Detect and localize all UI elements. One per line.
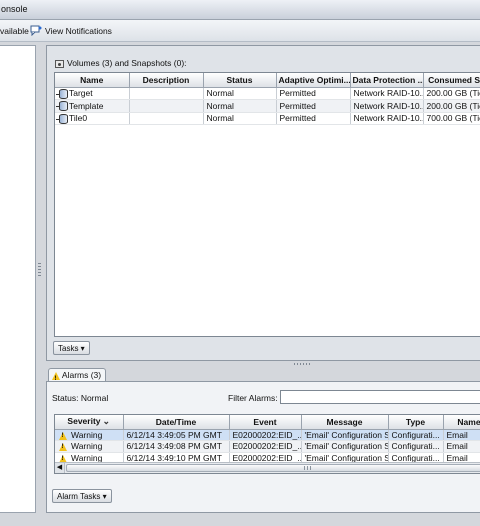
navigation-tree-panel[interactable] [0,45,36,513]
volumes-table: Name Description Status Adaptive Optimi.… [54,72,480,337]
alarm-row[interactable]: Warning 6/12/14 3:49:05 PM GMT E02000202… [55,429,480,441]
volume-name: Template [69,100,104,111]
warning-icon [59,431,67,440]
volume-row[interactable]: Target Normal Permitted Network RAID-10.… [55,87,480,100]
alarm-type: Configurati... [388,440,444,453]
tab-alarms-label: Alarms (3) [61,370,102,380]
alarm-name: Email [443,429,480,441]
alarm-status: Status: Normal [52,393,109,403]
volumes-pane: Volumes (3) and Snapshots (0): Name Desc… [46,45,480,361]
volume-adaptive-optimization: Permitted [276,87,351,100]
alarms-pane: Status: Normal Filter Alarms: Severity ⌄ … [46,381,480,513]
horizontal-splitter[interactable] [46,361,480,368]
column-header-message[interactable]: Message [301,415,389,430]
alarms-horizontal-scrollbar[interactable]: ◀ [55,462,480,473]
alarm-row[interactable]: Warning 6/12/14 3:49:08 PM GMT E02000202… [55,440,480,453]
tasks-menu-button[interactable]: Tasks ▾ [53,341,90,355]
alarm-datetime: 6/12/14 3:49:08 PM GMT [123,440,230,453]
volume-description [129,99,204,113]
volume-consumed-space: 700.00 GB (Tier [423,112,480,125]
scroll-left-icon[interactable]: ◀ [55,463,65,473]
sort-descending-icon: ⌄ [102,416,111,427]
notifications-icon[interactable] [30,25,42,37]
column-header-data-protection[interactable]: Data Protection ... [350,73,424,88]
volume-status: Normal [203,87,277,100]
window-title: onsole [1,4,28,14]
alarm-severity: Warning [71,429,103,440]
alarm-message: 'Email' Configuration S... [301,429,389,441]
volume-status: Normal [203,112,277,125]
volume-data-protection: Network RAID-10... [350,99,424,113]
main-content: Volumes (3) and Snapshots (0): Name Desc… [46,45,480,513]
window-titlebar: onsole [0,0,480,20]
status-bar [0,513,480,526]
volume-description [129,112,204,125]
alarm-message: 'Email' Configuration S... [301,440,389,453]
volume-name: Target [69,88,93,99]
warning-icon [59,443,67,451]
column-header-name[interactable]: Name [55,73,130,88]
alarm-event: E02000202:EID_... [229,440,302,453]
warning-icon [52,371,60,385]
volume-row[interactable]: Template Normal Permitted Network RAID-1… [55,99,480,113]
available-updates-link[interactable]: vailable [0,26,29,36]
alarms-table: Severity ⌄ Date/Time Event Message Type N… [54,414,480,474]
alarm-name: Email [443,440,480,453]
toolbar: vailable View Notifications [0,20,480,42]
volume-data-protection: Network RAID-10... [350,112,424,125]
volume-icon [56,113,68,124]
column-header-datetime[interactable]: Date/Time [123,415,230,430]
volume-icon [56,101,68,111]
volume-data-protection: Network RAID-10... [350,87,424,100]
volume-consumed-space: 200.00 GB (Tier [423,99,480,113]
column-header-status[interactable]: Status [203,73,277,88]
tab-alarms[interactable]: Alarms (3) [48,368,107,385]
volume-icon [56,88,68,99]
column-header-consumed-space[interactable]: Consumed Spa [423,73,480,88]
alarm-event: E02000202:EID_... [229,429,302,441]
volume-name: Tile0 [69,113,88,124]
view-notifications-button[interactable]: View Notifications [45,26,112,36]
volume-adaptive-optimization: Permitted [276,99,351,113]
volume-consumed-space: 200.00 GB (Tier [423,87,480,100]
volume-adaptive-optimization: Permitted [276,112,351,125]
volume-row[interactable]: Tile0 Normal Permitted Network RAID-10..… [55,112,480,125]
column-header-event[interactable]: Event [229,415,302,430]
alarm-type: Configurati... [388,429,444,441]
volumes-header: Volumes (3) and Snapshots (0): [55,58,187,68]
filter-alarms-label: Filter Alarms: [228,393,278,403]
alarm-severity: Warning [71,441,103,452]
volume-status: Normal [203,99,277,113]
column-header-adaptive-optimization[interactable]: Adaptive Optimi... [276,73,351,88]
volume-description [129,87,204,100]
column-header-type[interactable]: Type [388,415,444,430]
column-header-severity[interactable]: Severity ⌄ [55,415,124,430]
vertical-splitter[interactable] [36,45,46,513]
alarm-tasks-menu-button[interactable]: Alarm Tasks ▾ [52,489,112,503]
column-header-name[interactable]: Name [443,415,480,430]
volumes-icon [55,59,64,68]
filter-alarms-input[interactable] [280,390,480,404]
alarm-datetime: 6/12/14 3:49:05 PM GMT [123,429,230,441]
column-header-description[interactable]: Description [129,73,204,88]
scrollbar-thumb[interactable] [66,464,480,472]
